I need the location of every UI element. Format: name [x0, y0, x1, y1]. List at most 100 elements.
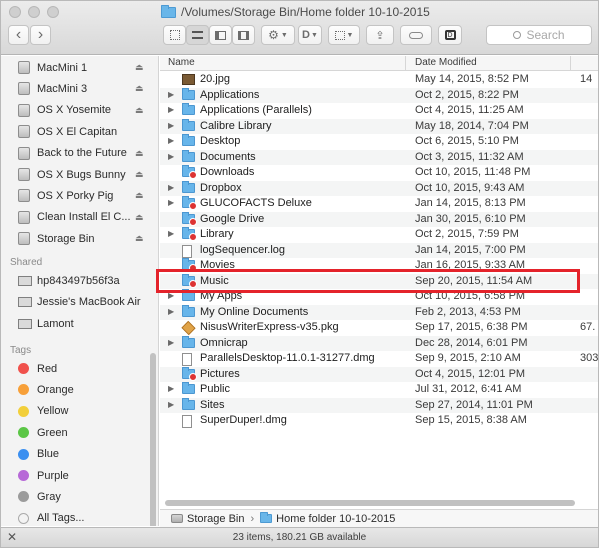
file-name: Downloads: [200, 166, 255, 178]
list-horizontal-scrollbar[interactable]: [165, 500, 575, 506]
file-row[interactable]: ▶ Dropbox Oct 10, 2015, 9:43 AM: [160, 180, 598, 196]
file-row[interactable]: ▶ Public Jul 31, 2012, 6:41 AM: [160, 382, 598, 397]
disclosure-triangle-icon[interactable]: ▶: [168, 136, 174, 145]
file-row[interactable]: NisusWriterExpress-v35.pkg Sep 17, 2015, …: [160, 320, 598, 336]
disclosure-triangle-icon[interactable]: ▶: [168, 229, 174, 238]
disclosure-triangle-icon[interactable]: ▶: [168, 183, 174, 192]
disclosure-triangle-icon[interactable]: ▶: [168, 90, 174, 99]
tag-color-icon: [18, 512, 29, 524]
search-field[interactable]: Search: [486, 25, 592, 45]
sidebar-item-device[interactable]: MacMini 3 ⏏: [1, 78, 158, 99]
file-row[interactable]: SuperDuper!.dmg Sep 15, 2015, 8:38 AM: [160, 413, 598, 428]
sidebar-item-device[interactable]: Back to the Future ⏏: [1, 143, 158, 164]
folder-icon: [182, 227, 197, 241]
sidebar-item-device[interactable]: OS X Bugs Bunny ⏏: [1, 164, 158, 185]
column-header-name[interactable]: Name: [168, 57, 195, 68]
file-date: Oct 4, 2015, 11:25 AM: [415, 104, 524, 116]
sidebar-item-tag[interactable]: Gray: [1, 486, 158, 507]
share-button[interactable]: ⇪: [366, 25, 394, 45]
eject-icon[interactable]: ⏏: [135, 233, 144, 244]
disclosure-triangle-icon[interactable]: ▶: [168, 152, 174, 161]
disclosure-triangle-icon[interactable]: ▶: [168, 198, 174, 207]
highlight-box: [156, 269, 580, 293]
file-row[interactable]: ▶ Documents Oct 3, 2015, 11:32 AM: [160, 149, 598, 165]
sidebar-item-device[interactable]: Storage Bin ⏏: [1, 228, 158, 249]
sidebar-item-device[interactable]: OS X El Capitan: [1, 121, 158, 142]
file-date: Sep 15, 2015, 8:38 AM: [415, 414, 527, 426]
file-row[interactable]: 20.jpg May 14, 2015, 8:52 PM 14: [160, 72, 598, 87]
file-row[interactable]: ParallelsDesktop-11.0.1-31277.dmg Sep 9, …: [160, 351, 598, 366]
column-view-button[interactable]: [209, 25, 232, 45]
file-date: May 18, 2014, 7:04 PM: [415, 119, 529, 132]
file-row[interactable]: logSequencer.log Jan 14, 2015, 7:00 PM: [160, 242, 598, 258]
column-header-date[interactable]: Date Modified: [415, 57, 477, 68]
eject-icon[interactable]: ⏏: [135, 83, 144, 94]
sidebar-item-device[interactable]: OS X Yosemite ⏏: [1, 100, 158, 121]
disclosure-triangle-icon[interactable]: ▶: [168, 121, 174, 130]
sidebar-item-tag[interactable]: Red: [1, 358, 158, 379]
action-menu-button[interactable]: ⚙ ▼: [261, 25, 295, 45]
sidebar-item-tag[interactable]: All Tags...: [1, 508, 158, 526]
tag-color-icon: [18, 470, 29, 481]
disclosure-triangle-icon[interactable]: ▶: [168, 105, 174, 114]
sidebar-item-device[interactable]: Clean Install El C... ⏏: [1, 207, 158, 228]
file-row[interactable]: ▶ Omnicrap Dec 28, 2014, 6:01 PM: [160, 335, 598, 351]
quick-action-button[interactable]: D: [438, 25, 462, 45]
file-row[interactable]: ▶ Desktop Oct 6, 2015, 5:10 PM: [160, 134, 598, 149]
file-row[interactable]: ▶ Applications Oct 2, 2015, 8:22 PM: [160, 87, 598, 103]
sidebar-item-label: Blue: [37, 448, 60, 461]
tags-button[interactable]: [400, 25, 432, 45]
file-name: Library: [200, 228, 234, 240]
minimize-window-button[interactable]: [28, 6, 40, 18]
sidebar-item-shared[interactable]: Jessie's MacBook Air: [1, 292, 158, 313]
sidebar-item-tag[interactable]: Yellow: [1, 401, 158, 422]
sidebar-item-label: Clean Install El C...: [37, 211, 131, 224]
disk-icon: [18, 103, 30, 117]
sidebar-item-tag[interactable]: Purple: [1, 465, 158, 486]
eject-icon[interactable]: ⏏: [135, 62, 144, 73]
eject-icon[interactable]: ⏏: [135, 148, 144, 159]
eject-icon[interactable]: ⏏: [135, 212, 144, 223]
file-row[interactable]: Downloads Oct 10, 2015, 11:48 PM: [160, 165, 598, 180]
path-disk[interactable]: Storage Bin: [187, 513, 244, 525]
eject-icon[interactable]: ⏏: [135, 190, 144, 201]
eject-icon[interactable]: ⏏: [135, 169, 144, 180]
package-icon: [181, 320, 196, 336]
coverflow-icon: [238, 30, 249, 40]
custom-toolbar-button[interactable]: D ▼: [298, 25, 322, 45]
file-row[interactable]: ▶ Calibre Library May 18, 2014, 7:04 PM: [160, 118, 598, 134]
disclosure-triangle-icon[interactable]: ▶: [168, 400, 174, 409]
hard-disk-icon: [171, 514, 183, 523]
list-view-button[interactable]: [186, 25, 209, 45]
sidebar-item-device[interactable]: MacMini 1 ⏏: [1, 57, 158, 78]
file-row[interactable]: ▶ My Online Documents Feb 2, 2013, 4:53 PM: [160, 304, 598, 320]
sidebar-item-shared[interactable]: hp843497b56f3a: [1, 270, 158, 291]
disclosure-triangle-icon[interactable]: ▶: [168, 307, 174, 316]
file-row[interactable]: ▶ GLUCOFACTS Deluxe Jan 14, 2015, 8:13 PM: [160, 196, 598, 211]
file-row[interactable]: Google Drive Jan 30, 2015, 6:10 PM: [160, 211, 598, 227]
close-window-button[interactable]: [9, 6, 21, 18]
zoom-window-button[interactable]: [47, 6, 59, 18]
disclosure-triangle-icon[interactable]: ▶: [168, 384, 174, 393]
file-row[interactable]: ▶ Library Oct 2, 2015, 7:59 PM: [160, 227, 598, 242]
coverflow-view-button[interactable]: [232, 25, 255, 45]
back-button[interactable]: ‹: [8, 25, 29, 45]
sidebar-item-tag[interactable]: Orange: [1, 379, 158, 400]
path-folder[interactable]: Home folder 10-10-2015: [276, 513, 395, 525]
file-row[interactable]: ▶ Applications (Parallels) Oct 4, 2015, 11…: [160, 103, 598, 118]
search-icon: [513, 31, 522, 39]
sidebar-item-tag[interactable]: Blue: [1, 444, 158, 465]
eject-icon[interactable]: ⏏: [135, 105, 144, 116]
file-row[interactable]: ▶ Sites Sep 27, 2014, 11:01 PM: [160, 397, 598, 413]
sidebar-item-tag[interactable]: Green: [1, 422, 158, 443]
sidebar-scrollbar[interactable]: [150, 353, 156, 526]
file-row[interactable]: Pictures Oct 4, 2015, 12:01 PM: [160, 366, 598, 382]
file-name: Omnicrap: [200, 336, 248, 349]
arrange-button[interactable]: ▼: [328, 25, 360, 45]
disclosure-triangle-icon[interactable]: ▶: [168, 338, 174, 347]
icon-view-button[interactable]: [163, 25, 186, 45]
sidebar-item-shared[interactable]: Lamont: [1, 313, 158, 334]
file-size: 303.: [580, 352, 598, 364]
sidebar-item-device[interactable]: OS X Porky Pig ⏏: [1, 185, 158, 206]
forward-button[interactable]: ›: [30, 25, 51, 45]
